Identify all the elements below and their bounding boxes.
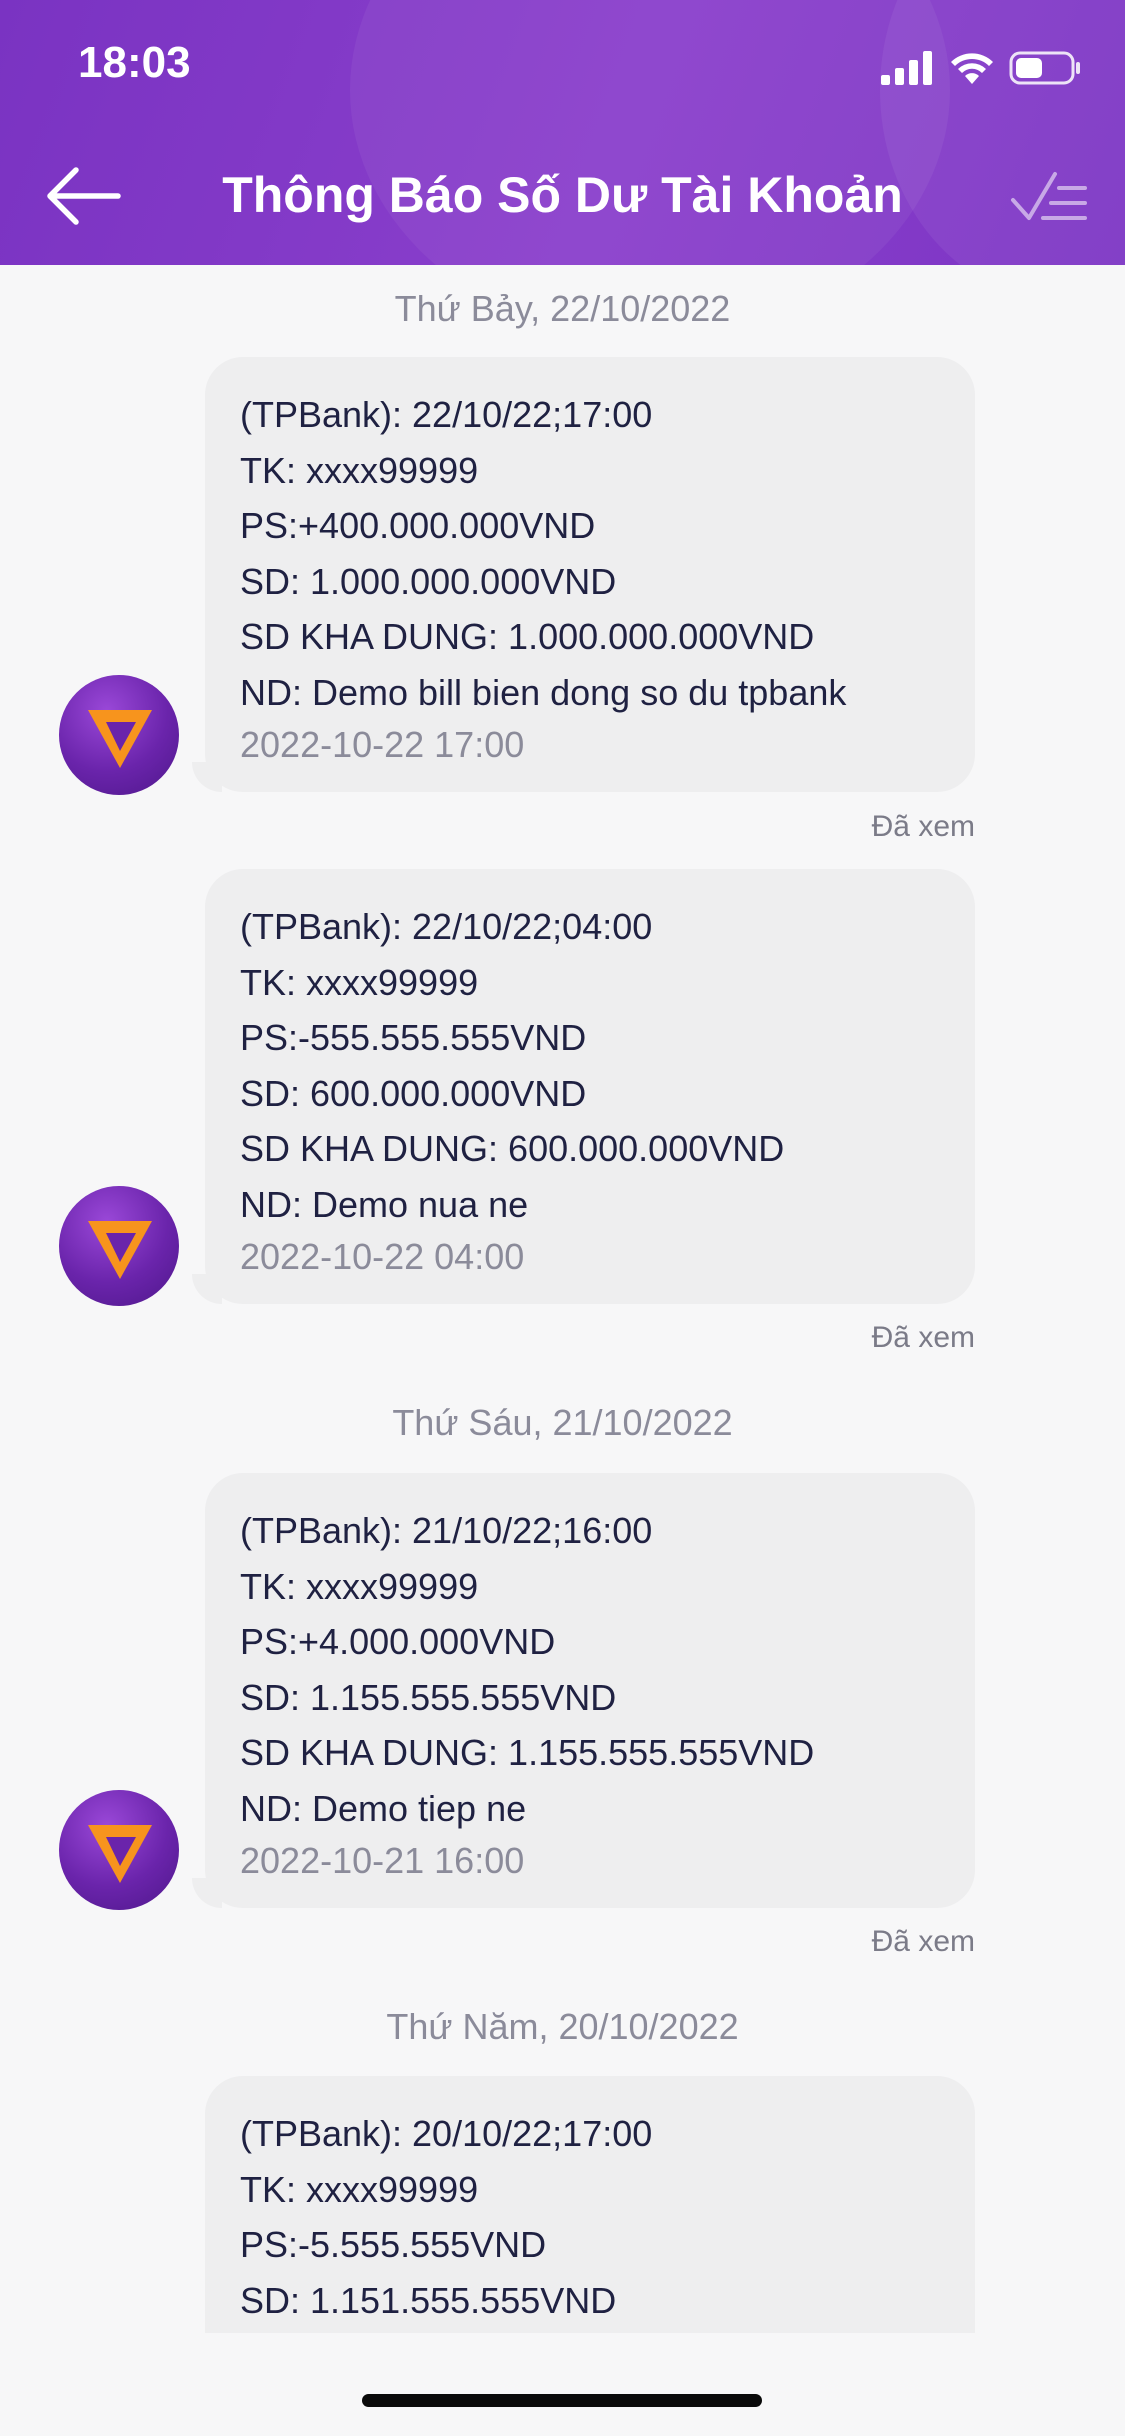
checklist-icon xyxy=(1011,172,1087,220)
bubble-tail xyxy=(192,1274,222,1304)
message-line: SD KHA DUNG: 1.155.555.555VND xyxy=(240,1732,815,1773)
message-line: ND: Demo nua ne xyxy=(240,1183,529,1225)
message-line: SD KHA DUNG: 600.000.000VND xyxy=(240,1128,785,1169)
message-line: SD: 600.000.000VND xyxy=(240,1072,587,1114)
message-line: (TPBank): 22/10/22;17:00 xyxy=(240,394,653,435)
message-line: SD: 1.155.555.555VND xyxy=(240,1676,617,1718)
message-line: (TPBank): 21/10/22;16:00 xyxy=(240,1510,653,1551)
message-bubble[interactable]: (TPBank): 22/10/22;17:00 TK: xxxx99999 P… xyxy=(205,357,975,792)
bubble-tail xyxy=(192,1878,222,1908)
tpbank-logo-icon xyxy=(88,710,152,768)
message-line: SD: 1.000.000.000VND xyxy=(240,560,617,602)
bubble-tail xyxy=(192,762,222,792)
message-line: PS:+400.000.000VND xyxy=(240,505,596,546)
app-header: 18:03 Thông Báo Số Dư Tài Khoản xyxy=(0,0,1125,265)
date-separator: Thứ Sáu, 21/10/2022 xyxy=(392,1402,733,1443)
message-line: (TPBank): 20/10/22;17:00 xyxy=(240,2113,653,2154)
message-line: SD KHA DUNG: 1.000.000.000VND xyxy=(240,616,815,657)
page-title: Thông Báo Số Dư Tài Khoản xyxy=(222,167,903,223)
tpbank-logo-icon xyxy=(88,1825,152,1883)
cellular-signal-icon xyxy=(881,51,932,85)
message-line: TK: xxxx99999 xyxy=(240,1565,479,1607)
home-indicator[interactable] xyxy=(362,2394,762,2407)
message-timestamp: 2022-10-21 16:00 xyxy=(240,1840,525,1881)
read-status: Đã xem xyxy=(871,1321,975,1354)
header-decoration xyxy=(350,0,950,265)
message-line: ND: Demo bill bien dong so du tpbank xyxy=(240,671,847,713)
read-status: Đã xem xyxy=(871,1925,975,1958)
status-icons xyxy=(881,48,1081,88)
message-line: PS:-555.555.555VND xyxy=(240,1017,587,1058)
message-line: ND: Demo tiep ne xyxy=(240,1787,527,1829)
wifi-icon xyxy=(951,53,993,84)
message-line: PS:-5.555.555VND xyxy=(240,2224,547,2265)
tpbank-logo-icon xyxy=(88,1221,152,1279)
notification-list[interactable]: Thứ Bảy, 22/10/2022 (TPBank): 22/10/22;1… xyxy=(0,265,1125,2333)
read-status: Đã xem xyxy=(871,810,975,843)
message-bubble[interactable]: (TPBank): 21/10/22;16:00 TK: xxxx99999 P… xyxy=(205,1473,975,1908)
status-time: 18:03 xyxy=(78,38,191,87)
tpbank-avatar xyxy=(59,1790,179,1910)
tpbank-avatar xyxy=(59,675,179,795)
mark-all-read-button[interactable] xyxy=(1005,160,1095,240)
message-line: TK: xxxx99999 xyxy=(240,2168,479,2210)
message-bubble[interactable]: (TPBank): 20/10/22;17:00 TK: xxxx99999 P… xyxy=(205,2076,975,2333)
message-bubble[interactable]: (TPBank): 22/10/22;04:00 TK: xxxx99999 P… xyxy=(205,869,975,1304)
battery-icon xyxy=(1009,51,1080,85)
message-timestamp: 2022-10-22 17:00 xyxy=(240,724,525,765)
message-line: PS:+4.000.000VND xyxy=(240,1621,556,1662)
message-line: TK: xxxx99999 xyxy=(240,961,479,1003)
tpbank-avatar xyxy=(59,1186,179,1306)
message-line: (TPBank): 22/10/22;04:00 xyxy=(240,906,653,947)
message-timestamp: 2022-10-22 04:00 xyxy=(240,1236,525,1277)
message-line: SD: 1.151.555.555VND xyxy=(240,2279,617,2321)
date-separator: Thứ Bảy, 22/10/2022 xyxy=(394,288,731,329)
date-separator: Thứ Năm, 20/10/2022 xyxy=(386,2006,739,2047)
message-line: TK: xxxx99999 xyxy=(240,449,479,491)
